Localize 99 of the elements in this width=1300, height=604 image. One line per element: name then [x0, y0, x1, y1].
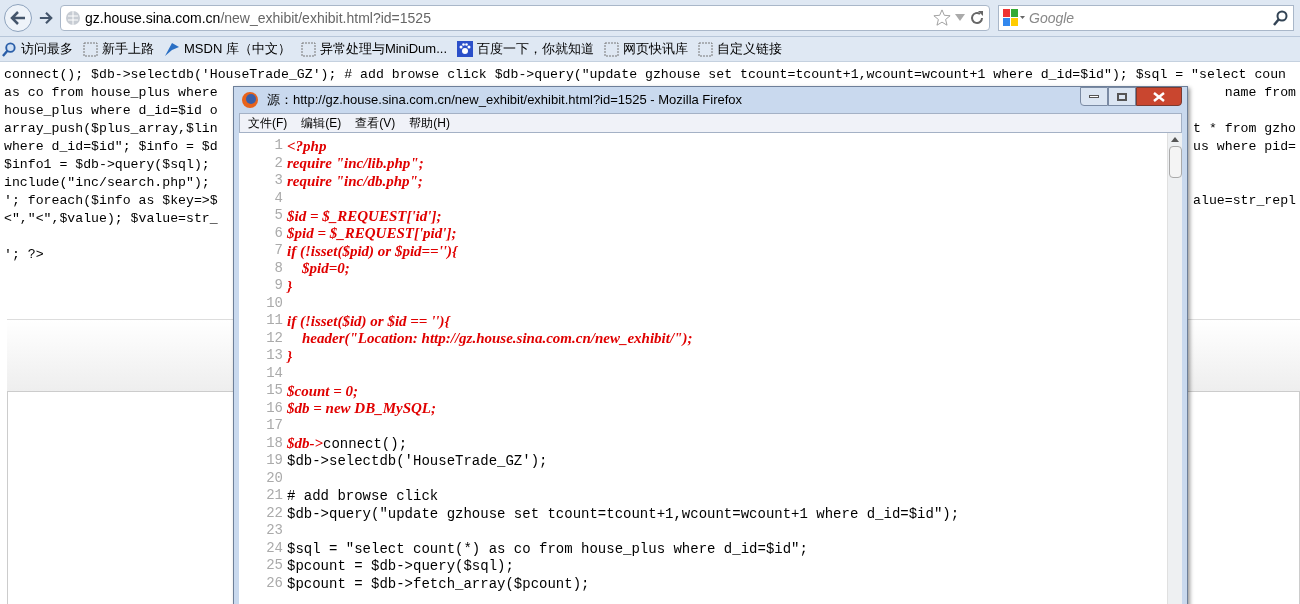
- url-text: gz.house.sina.com.cn/new_exhibit/exhibit.html?id=1525: [85, 8, 432, 28]
- flag-icon: [164, 41, 180, 57]
- code-line: }: [287, 346, 293, 365]
- page-code-fragment: as co from house_plus where: [4, 84, 218, 102]
- search-placeholder: Google: [1029, 8, 1076, 28]
- line-number: 4: [273, 189, 284, 207]
- line-number: 23: [265, 522, 284, 540]
- code-line: $pcount = $db->fetch_array($pcount);: [287, 574, 590, 593]
- firefox-icon: [241, 91, 259, 109]
- line-number: 7: [273, 242, 284, 260]
- line-number: 14: [265, 364, 284, 382]
- maximize-button[interactable]: [1108, 87, 1136, 106]
- search-icon[interactable]: [1273, 10, 1289, 26]
- code-line: $pid = $_REQUEST['pid'];: [287, 224, 457, 243]
- line-number: 18: [265, 434, 284, 452]
- code-line: $db = new DB_MySQL;: [287, 399, 436, 418]
- code-line: }: [287, 276, 293, 295]
- code-line: <?php: [287, 136, 327, 155]
- bookmark-link[interactable]: 自定义链接: [717, 39, 782, 59]
- paw-icon: [457, 41, 473, 57]
- line-number: 11: [265, 312, 284, 330]
- search-field[interactable]: Google: [998, 5, 1294, 31]
- line-number: 1: [273, 137, 284, 155]
- line-number: 16: [265, 399, 284, 417]
- code-line: if (!isset($pid) or $pid==''){: [287, 241, 458, 260]
- line-number: 22: [265, 504, 284, 522]
- bookmark-link[interactable]: 百度一下，你就知道: [477, 39, 594, 59]
- url-field[interactable]: gz.house.sina.com.cn/new_exhibit/exhibit.html?id=1525: [60, 5, 990, 31]
- magnifier-icon: [2, 41, 17, 57]
- code-line: $pcount = $db->query($sql);: [287, 557, 514, 576]
- search-engine-icon[interactable]: [1003, 9, 1025, 27]
- code-line: # add browse click: [287, 487, 439, 506]
- page-code-fragment: include("inc/search.php");: [4, 174, 210, 192]
- back-arrow-icon: [10, 11, 26, 25]
- menu-item[interactable]: 文件(F): [248, 114, 288, 132]
- forward-arrow-icon: [39, 11, 53, 25]
- code-line: $db->connect();: [287, 433, 408, 453]
- line-number: 20: [265, 469, 284, 487]
- code-line: $pid=0;: [301, 259, 350, 278]
- line-number: 24: [265, 539, 284, 557]
- page-code-fragment: name from: [1224, 84, 1296, 102]
- window-title: 源：http://gz.house.sina.com.cn/new_exhibit/exhibit.html?id=1525 - Mozilla Firefox: [267, 91, 744, 110]
- bookmark-link[interactable]: MSDN 库（中文）: [184, 39, 291, 59]
- page-code-fragment: house_plus where d_id=$id o: [4, 102, 218, 120]
- line-number: 5: [273, 207, 284, 225]
- scrollbar-thumb[interactable]: [1168, 146, 1182, 178]
- page-icon: [698, 41, 713, 57]
- page-code-fragment: us where pid=: [1193, 138, 1296, 156]
- line-number: 12: [265, 329, 284, 347]
- bookmark-link[interactable]: 新手上路: [102, 39, 154, 59]
- globe-icon: [65, 10, 81, 26]
- star-icon[interactable]: [933, 9, 951, 27]
- page-code-fragment: array_push($plus_array,$lin: [4, 120, 218, 138]
- bookmark-link[interactable]: 异常处理与MiniDum...: [319, 39, 447, 59]
- minimize-button[interactable]: [1080, 87, 1108, 106]
- page-code-fragment: t * from gzho: [1193, 120, 1296, 138]
- line-number: 15: [265, 382, 284, 400]
- code-line: $id = $_REQUEST['id'];: [287, 206, 442, 225]
- line-number: 6: [273, 224, 284, 242]
- bookmark-link[interactable]: 网页快讯库: [623, 39, 688, 59]
- page-icon: [83, 41, 98, 57]
- menu-item[interactable]: 帮助(H): [409, 114, 450, 132]
- code-line: $sql = "select count(*) as co from house_plus where d_id=$id";: [287, 539, 808, 558]
- code-line: $db->query("update gzhouse set tcount=tcount+1,wcount=wcount+1 where d_id=$id");: [287, 504, 960, 523]
- page-code-fragment: $info1 = $db->query($sql);: [4, 156, 210, 174]
- code-line: if (!isset($id) or $id == ''){: [287, 311, 450, 330]
- page-code-fragment: alue=str_repl: [1193, 192, 1296, 210]
- line-number: 9: [273, 277, 284, 295]
- close-button[interactable]: [1136, 87, 1182, 106]
- code-line: require "inc/lib.php";: [287, 154, 424, 173]
- line-number: 25: [265, 557, 284, 575]
- scrollbar[interactable]: [1167, 133, 1182, 604]
- line-number: 26: [265, 574, 284, 592]
- page-code-line: '; ?>: [4, 246, 44, 264]
- page-code-fragment: where d_id=$id"; $info = $d: [4, 138, 218, 156]
- back-button[interactable]: [4, 4, 32, 32]
- code-line: require "inc/db.php";: [287, 171, 423, 190]
- bookmark-link[interactable]: 访问最多: [21, 39, 73, 59]
- page-icon: [604, 41, 619, 57]
- page-code-line: connect(); $db->selectdb('HouseTrade_GZ'); # add browse click $db->query("update gzhouse set tcount=tcount+1,wcount=wcount+1 where d_id=$id"); $sql = "select coun: [4, 66, 1287, 84]
- menu-item[interactable]: 查看(V): [355, 114, 396, 132]
- page-icon: [300, 41, 316, 57]
- line-number: 3: [273, 172, 284, 190]
- line-number: 13: [265, 347, 284, 365]
- close-icon: [1153, 91, 1165, 102]
- line-number: 8: [273, 259, 284, 277]
- line-number: 17: [265, 417, 284, 435]
- line-number: 2: [273, 154, 284, 172]
- reload-icon[interactable]: [969, 10, 985, 26]
- line-number: 21: [265, 487, 284, 505]
- code-line: $count = 0;: [287, 381, 359, 400]
- menu-item[interactable]: 编辑(E): [301, 114, 342, 132]
- page-code-fragment: <","<",$value); $value=str_: [4, 210, 218, 228]
- code-line: $db->selectdb('HouseTrade_GZ');: [287, 452, 548, 471]
- code-line: header("Location: http://gz.house.sina.com.cn/new_exhibit/");: [301, 329, 693, 348]
- line-number: 10: [265, 294, 284, 312]
- scroll-up-icon[interactable]: [1171, 137, 1179, 142]
- line-number: 19: [265, 452, 284, 470]
- page-code-fragment: '; foreach($info as $key=>$: [4, 192, 218, 210]
